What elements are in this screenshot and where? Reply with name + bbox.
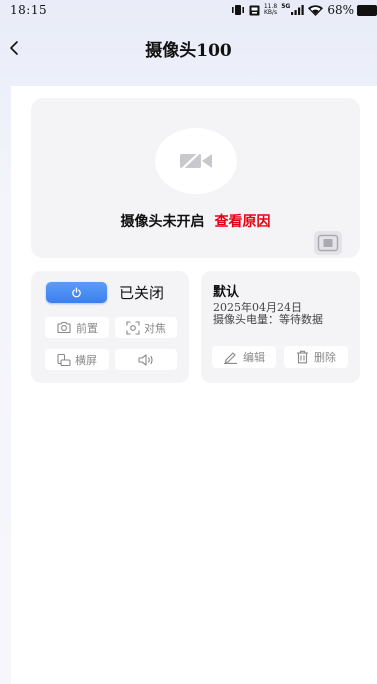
delete-label: 删除 — [314, 351, 336, 364]
front-camera-label: 前置 — [76, 321, 98, 335]
battery-icon — [357, 4, 377, 16]
trash-icon — [296, 350, 309, 364]
fullscreen-icon — [317, 234, 339, 252]
status-time: 18:15 — [10, 3, 48, 17]
focus-button[interactable]: 对焦 — [115, 317, 177, 338]
volume-button[interactable] — [115, 349, 177, 370]
video-player[interactable]: 摄像头未开启 查看原因 — [31, 98, 360, 258]
signal-icon — [291, 5, 305, 15]
network-type: 5G — [281, 2, 291, 10]
screen-record-icon — [249, 5, 260, 16]
volume-icon — [137, 353, 155, 367]
screen-rotate-icon — [57, 353, 71, 367]
edit-icon — [223, 351, 238, 364]
camera-switch-icon — [56, 321, 72, 334]
status-bar: 18:15 11.8 KB/s 5G 68% — [0, 0, 377, 20]
fullscreen-button[interactable] — [314, 231, 342, 255]
camera-info-panel: 默认 2025年04月24日 摄像头电量：等待数据 编辑 删除 — [201, 271, 360, 383]
edit-label: 编辑 — [243, 351, 265, 364]
power-status: 已关闭 — [119, 284, 165, 302]
vibrate-icon — [231, 5, 245, 15]
view-reason-link[interactable]: 查看原因 — [215, 214, 271, 230]
wifi-icon — [308, 4, 324, 16]
video-status: 摄像头未开启 查看原因 — [31, 211, 360, 231]
network-speed-unit: KB/s — [263, 9, 278, 16]
camera-group-name: 默认 — [213, 285, 240, 300]
landscape-button[interactable]: 横屏 — [45, 349, 109, 370]
focus-label: 对焦 — [144, 321, 166, 335]
control-panel: 已关闭 前置 对焦 横屏 — [31, 271, 189, 383]
network-speed: 11.8 KB/s — [264, 4, 277, 16]
delete-button[interactable]: 删除 — [284, 346, 348, 368]
video-status-text: 摄像头未开启 — [120, 214, 205, 230]
power-button[interactable] — [46, 282, 107, 303]
camera-date: 2025年04月24日 — [213, 301, 302, 314]
status-icons: 11.8 KB/s 5G 68% — [231, 2, 377, 18]
camera-placeholder — [155, 128, 237, 194]
camera-battery-status: 摄像头电量：等待数据 — [213, 313, 323, 326]
page-title: 摄像头100 — [145, 41, 232, 61]
content-panel: 摄像头未开启 查看原因 已关闭 前置 对焦 横屏 默认 2025年04月24日 … — [11, 86, 377, 684]
front-camera-button[interactable]: 前置 — [45, 317, 109, 338]
camera-off-icon — [178, 150, 214, 172]
battery-percent: 68% — [327, 3, 354, 17]
power-icon — [71, 287, 82, 298]
edit-button[interactable]: 编辑 — [212, 346, 276, 368]
landscape-label: 横屏 — [75, 353, 97, 367]
focus-icon — [126, 320, 140, 335]
